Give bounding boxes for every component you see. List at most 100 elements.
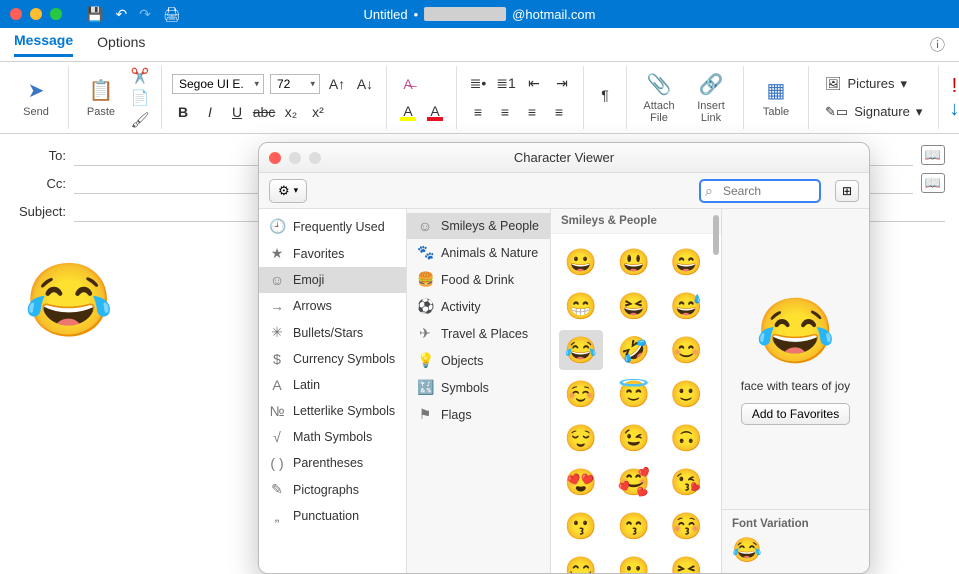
cv-main-category-item[interactable]: ✳︎Bullets/Stars — [259, 319, 406, 346]
to-address-book-button[interactable]: 📖 — [921, 145, 945, 165]
print-icon[interactable]: 🖨 — [163, 6, 181, 23]
superscript-button[interactable]: x² — [307, 101, 329, 123]
subscript-button[interactable]: x₂ — [280, 101, 302, 123]
emoji-cell[interactable]: 🙂 — [664, 374, 708, 414]
maximize-window[interactable] — [50, 8, 62, 20]
pictures-button[interactable]: 🖼 Pictures ▾ — [819, 72, 913, 96]
table-button[interactable]: ▦ Table — [754, 78, 798, 118]
cv-main-category-item[interactable]: 🕘Frequently Used — [259, 213, 406, 240]
close-window[interactable] — [10, 8, 22, 20]
attach-file-button[interactable]: 📎 Attach File — [637, 72, 681, 124]
cv-sub-category-item[interactable]: ⚽Activity — [407, 293, 550, 320]
bullets-button[interactable]: ≣• — [467, 73, 489, 95]
cv-close[interactable] — [269, 152, 281, 164]
tab-message[interactable]: Message — [14, 32, 73, 57]
signature-button[interactable]: ✎▭ Signature ▾ — [819, 100, 928, 124]
emoji-cell[interactable]: ☺️ — [559, 374, 603, 414]
emoji-cell[interactable]: 🥰 — [612, 462, 656, 502]
format-painter-icon[interactable]: 🖌 — [129, 111, 151, 129]
font-color-button[interactable]: A — [424, 101, 446, 123]
justify-button[interactable]: ≡ — [548, 101, 570, 123]
emoji-cell[interactable]: 😊 — [664, 330, 708, 370]
cv-sub-category-item[interactable]: ☺Smileys & People — [407, 213, 550, 239]
high-importance-icon[interactable]: ! — [952, 75, 958, 98]
emoji-cell[interactable]: 😃 — [612, 242, 656, 282]
category-icon: A — [269, 377, 285, 393]
show-marks-button[interactable]: ¶ — [594, 84, 616, 106]
tab-options[interactable]: Options — [97, 34, 145, 56]
cv-sub-category-item[interactable]: 🐾Animals & Nature — [407, 239, 550, 266]
emoji-cell[interactable]: 😋 — [559, 550, 603, 573]
emoji-cell[interactable]: 😅 — [664, 286, 708, 326]
strike-button[interactable]: abc — [253, 101, 275, 123]
low-importance-icon[interactable]: ↓ — [949, 98, 959, 121]
cut-icon[interactable]: ✂️ — [129, 67, 151, 85]
cv-sub-category-item[interactable]: ⚑Flags — [407, 401, 550, 428]
emoji-cell[interactable]: 😂 — [559, 330, 603, 370]
cv-main-category-item[interactable]: ALatin — [259, 372, 406, 398]
paste-button[interactable]: 📋 Paste — [79, 78, 123, 118]
cv-gear-menu[interactable]: ⚙ ▾ — [269, 179, 307, 203]
emoji-cell[interactable]: 😆 — [612, 286, 656, 326]
emoji-cell[interactable]: 😁 — [559, 286, 603, 326]
cv-maximize[interactable] — [309, 152, 321, 164]
cv-main-category-item[interactable]: $Currency Symbols — [259, 346, 406, 372]
shrink-font-icon[interactable]: A↓ — [354, 73, 376, 95]
underline-button[interactable]: U — [226, 101, 248, 123]
bold-button[interactable]: B — [172, 101, 194, 123]
grow-font-icon[interactable]: A↑ — [326, 73, 348, 95]
copy-icon[interactable]: 📄 — [129, 89, 151, 107]
emoji-cell[interactable]: 😛 — [612, 550, 656, 573]
align-left-button[interactable]: ≡ — [467, 101, 489, 123]
font-family-select[interactable] — [172, 74, 264, 94]
font-size-select[interactable] — [270, 74, 320, 94]
cv-main-category-item[interactable]: →Arrows — [259, 293, 406, 319]
undo-icon[interactable]: ↶ — [115, 6, 127, 23]
emoji-cell[interactable]: 🙃 — [664, 418, 708, 458]
add-to-favorites-button[interactable]: Add to Favorites — [741, 403, 850, 425]
outdent-button[interactable]: ⇤ — [523, 73, 545, 95]
cc-address-book-button[interactable]: 📖 — [921, 173, 945, 193]
cv-grid-toggle[interactable]: ⊞ — [835, 180, 859, 202]
numbering-button[interactable]: ≣1 — [495, 73, 517, 95]
minimize-window[interactable] — [30, 8, 42, 20]
highlight-color-button[interactable]: A — [397, 101, 419, 123]
cv-sub-category-item[interactable]: 🍔Food & Drink — [407, 266, 550, 293]
cv-main-category-item[interactable]: ★Favorites — [259, 240, 406, 267]
cv-search-input[interactable] — [699, 179, 821, 203]
emoji-cell[interactable]: 😇 — [612, 374, 656, 414]
emoji-cell[interactable]: 😀 — [559, 242, 603, 282]
emoji-cell[interactable]: 🤣 — [612, 330, 656, 370]
emoji-cell[interactable]: 😌 — [559, 418, 603, 458]
redo-icon[interactable]: ↷ — [139, 6, 151, 23]
emoji-cell[interactable]: 😘 — [664, 462, 708, 502]
emoji-cell[interactable]: 😉 — [612, 418, 656, 458]
cv-main-category-item[interactable]: √Math Symbols — [259, 424, 406, 450]
italic-button[interactable]: I — [199, 101, 221, 123]
emoji-cell[interactable]: 😝 — [664, 550, 708, 573]
send-button[interactable]: ➤ Send — [14, 78, 58, 118]
cv-main-category-item[interactable]: ( )Parentheses — [259, 450, 406, 476]
indent-button[interactable]: ⇥ — [551, 73, 573, 95]
cv-sub-category-item[interactable]: 💡Objects — [407, 347, 550, 374]
cv-minimize[interactable] — [289, 152, 301, 164]
clear-format-button[interactable]: A̶ — [397, 73, 419, 95]
emoji-cell[interactable]: 😄 — [664, 242, 708, 282]
save-icon[interactable]: 💾 — [86, 6, 103, 23]
cv-main-category-item[interactable]: ✎Pictographs — [259, 476, 406, 503]
help-icon[interactable]: ⓘ — [930, 34, 945, 55]
insert-link-button[interactable]: 🔗 Insert Link — [689, 72, 733, 124]
emoji-cell[interactable]: 😚 — [664, 506, 708, 546]
cv-sub-category-item[interactable]: ✈Travel & Places — [407, 320, 550, 347]
cv-main-category-item[interactable]: „Punctuation — [259, 503, 406, 529]
cv-main-category-item[interactable]: №Letterlike Symbols — [259, 398, 406, 424]
emoji-cell[interactable]: 😗 — [559, 506, 603, 546]
emoji-cell[interactable]: 😍 — [559, 462, 603, 502]
align-right-button[interactable]: ≡ — [521, 101, 543, 123]
emoji-cell[interactable]: 😙 — [612, 506, 656, 546]
cv-scrollbar-thumb[interactable] — [713, 215, 719, 255]
cv-sub-category-item[interactable]: 🔣Symbols — [407, 374, 550, 401]
align-center-button[interactable]: ≡ — [494, 101, 516, 123]
cv-variation-emoji[interactable]: 😂 — [732, 536, 859, 565]
cv-main-category-item[interactable]: ☺Emoji — [259, 267, 406, 293]
